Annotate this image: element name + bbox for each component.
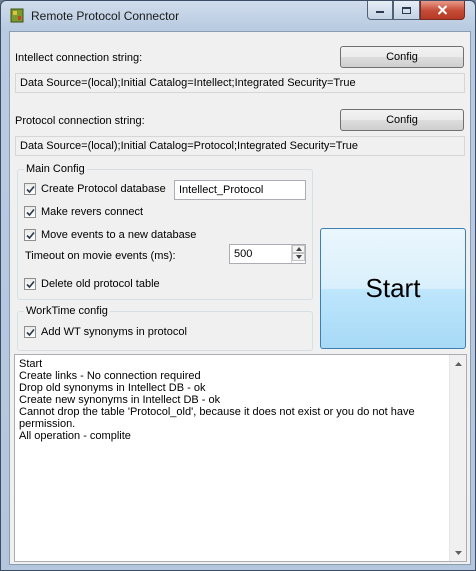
- scroll-down-button[interactable]: [450, 544, 466, 561]
- window-title: Remote Protocol Connector: [31, 9, 180, 23]
- worktime-config-group: WorkTime config Add WT synonyms in proto…: [17, 305, 313, 351]
- close-icon: [437, 5, 448, 15]
- chevron-up-icon: [454, 361, 462, 366]
- start-button[interactable]: Start: [320, 228, 466, 349]
- create-db-checkbox[interactable]: [24, 183, 36, 195]
- app-window: Remote Protocol Connector Intellect conn…: [0, 0, 476, 571]
- log-line: Create new synonyms in Intellect DB - ok: [19, 394, 221, 406]
- timeout-value: 500: [234, 248, 253, 260]
- log-line: Start: [19, 358, 43, 370]
- revers-connect-checkbox[interactable]: [24, 206, 36, 218]
- protocol-connection-label: Protocol connection string:: [15, 115, 145, 127]
- check-icon: [26, 208, 35, 217]
- log-scrollbar[interactable]: [449, 355, 466, 561]
- log-lines: Start Create links - No connection requi…: [19, 358, 445, 442]
- timeout-label: Timeout on movie events (ms):: [25, 250, 176, 262]
- move-events-checkbox[interactable]: [24, 229, 36, 241]
- check-icon: [26, 231, 35, 240]
- move-events-label: Move events to a new database: [41, 229, 197, 241]
- log-line: All operation - complite: [19, 430, 131, 442]
- intellect-connection-string[interactable]: Data Source=(local);Initial Catalog=Inte…: [15, 73, 465, 93]
- client-area: Intellect connection string: Config Data…: [9, 31, 471, 565]
- check-icon: [26, 328, 35, 337]
- check-icon: [26, 280, 35, 289]
- create-db-label: Create Protocol database: [41, 183, 166, 195]
- timeout-stepper[interactable]: 500: [229, 244, 306, 264]
- spin-down-icon[interactable]: [292, 253, 305, 261]
- spin-up-icon[interactable]: [292, 245, 305, 253]
- main-config-group: Main Config Create Protocol database Int…: [17, 163, 313, 300]
- delete-old-label: Delete old protocol table: [41, 278, 160, 290]
- wt-synonyms-label: Add WT synonyms in protocol: [41, 326, 187, 338]
- wt-synonyms-checkbox[interactable]: [24, 326, 36, 338]
- protocol-db-name-input[interactable]: Intellect_Protocol: [174, 180, 306, 200]
- worktime-config-title: WorkTime config: [24, 305, 110, 317]
- log-output[interactable]: Start Create links - No connection requi…: [14, 354, 467, 562]
- maximize-icon: [402, 6, 411, 14]
- app-icon: [10, 8, 24, 23]
- intellect-connection-label: Intellect connection string:: [15, 52, 143, 64]
- check-icon: [26, 185, 35, 194]
- chevron-down-icon: [454, 550, 462, 555]
- minimize-button[interactable]: [367, 1, 393, 20]
- minimize-icon: [376, 11, 384, 13]
- revers-connect-label: Make revers connect: [41, 206, 144, 218]
- main-config-title: Main Config: [24, 163, 87, 175]
- timeout-spin[interactable]: [291, 245, 305, 263]
- title-bar[interactable]: Remote Protocol Connector: [1, 1, 475, 31]
- intellect-config-button[interactable]: Config: [340, 46, 464, 68]
- log-line: Drop old synonyms in Intellect DB - ok: [19, 382, 206, 394]
- scroll-up-button[interactable]: [450, 355, 466, 372]
- delete-old-checkbox[interactable]: [24, 278, 36, 290]
- protocol-connection-string[interactable]: Data Source=(local);Initial Catalog=Prot…: [15, 136, 465, 156]
- protocol-config-button[interactable]: Config: [340, 109, 464, 131]
- log-line: Cannot drop the table 'Protocol_old', be…: [19, 406, 415, 430]
- maximize-button[interactable]: [393, 1, 420, 20]
- close-button[interactable]: [420, 1, 465, 20]
- log-line: Create links - No connection required: [19, 370, 201, 382]
